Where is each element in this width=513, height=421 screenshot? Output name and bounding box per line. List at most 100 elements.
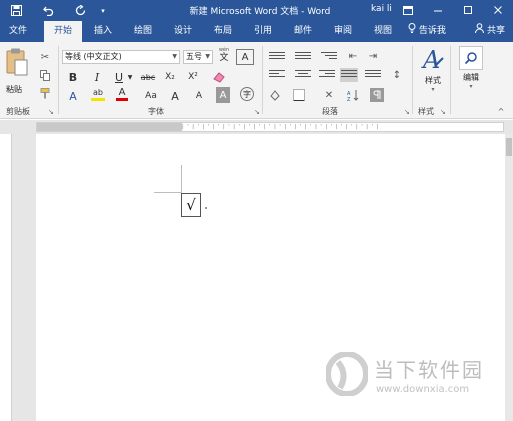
multilevel-list-icon[interactable] bbox=[320, 50, 338, 64]
eraser-icon[interactable] bbox=[212, 70, 226, 84]
crop-mark-horizontal bbox=[154, 192, 182, 193]
styles-launcher-icon[interactable]: ↘ bbox=[440, 108, 446, 116]
maximize-icon[interactable] bbox=[453, 0, 483, 21]
share-button[interactable]: 共享 bbox=[471, 23, 509, 40]
editing-label: 编辑 bbox=[463, 73, 479, 82]
chinese-layout-icon[interactable]: ✕ bbox=[322, 88, 336, 102]
user-name[interactable]: kai li bbox=[371, 4, 392, 14]
styles-button[interactable]: A 样式 ▾ bbox=[418, 46, 448, 100]
tab-insert[interactable]: 插入 bbox=[86, 21, 120, 42]
strikethrough-button[interactable]: abc bbox=[138, 69, 158, 85]
line-spacing-icon[interactable]: ↕ bbox=[390, 68, 404, 82]
collapse-ribbon-icon[interactable]: ^ bbox=[494, 104, 508, 118]
bullets-icon[interactable] bbox=[268, 50, 286, 64]
scrollbar-thumb[interactable] bbox=[506, 138, 512, 156]
tab-file[interactable]: 文件 bbox=[2, 21, 34, 42]
font-size-select[interactable]: 五号 ▼ bbox=[183, 50, 213, 64]
document-title: 新建 Microsoft Word 文档 - Word bbox=[189, 7, 331, 17]
undo-icon[interactable] bbox=[32, 0, 64, 21]
chevron-down-icon: ▾ bbox=[431, 86, 435, 93]
increase-indent-icon[interactable]: ⇥ bbox=[366, 49, 380, 63]
paragraph-launcher-icon[interactable]: ↘ bbox=[404, 108, 410, 116]
character-shading-button[interactable]: A bbox=[216, 87, 230, 103]
grow-font-button[interactable]: A bbox=[168, 88, 182, 104]
ruler-left-margin bbox=[37, 123, 182, 131]
editing-button[interactable]: 编辑 ▾ bbox=[456, 46, 486, 100]
tab-design[interactable]: 设计 bbox=[166, 21, 200, 42]
title-bar: ▾ 新建 Microsoft Word 文档 - Word kai li bbox=[0, 0, 513, 21]
lightbulb-icon bbox=[408, 23, 419, 36]
tab-home[interactable]: 开始 bbox=[44, 21, 82, 42]
ruler-ticks: | ' | ' | ' | ' | ' | ' | ' | ' | ' | ' … bbox=[182, 124, 380, 130]
clipboard-launcher-icon[interactable]: ↘ bbox=[48, 108, 54, 116]
styles-group-label: 样式 bbox=[418, 107, 434, 116]
window-controls bbox=[393, 0, 513, 21]
styles-label: 样式 bbox=[425, 76, 441, 85]
distributed-icon[interactable] bbox=[364, 68, 382, 82]
tab-references[interactable]: 引用 bbox=[246, 21, 280, 42]
horizontal-ruler-area: | ' | ' | ' | ' | ' | ' | ' | ' | ' | ' … bbox=[0, 120, 513, 134]
tell-me-label: 告诉我 bbox=[418, 26, 446, 36]
vertical-scrollbar[interactable] bbox=[505, 134, 513, 421]
font-color-glyph: A bbox=[118, 87, 126, 98]
italic-button[interactable]: I bbox=[88, 69, 106, 85]
decrease-indent-icon[interactable]: ⇤ bbox=[346, 49, 360, 63]
align-right-icon[interactable] bbox=[318, 68, 336, 82]
subscript-button[interactable]: X₂ bbox=[161, 69, 179, 85]
superscript-button[interactable]: X² bbox=[184, 69, 202, 85]
clear-format-box-button[interactable]: A bbox=[236, 49, 254, 65]
phonetic-char: 文 bbox=[219, 53, 229, 63]
paste-button[interactable]: 粘贴 bbox=[6, 84, 22, 95]
styles-icon: A bbox=[421, 46, 444, 74]
vertical-ruler[interactable] bbox=[0, 134, 12, 421]
font-color-button[interactable]: A bbox=[114, 86, 130, 102]
tab-draw[interactable]: 绘图 bbox=[126, 21, 160, 42]
group-divider bbox=[450, 46, 451, 114]
show-marks-icon[interactable] bbox=[370, 88, 384, 102]
bold-button[interactable]: B bbox=[64, 69, 82, 85]
phonetic-guide-button[interactable]: wén 文 bbox=[216, 47, 232, 65]
svg-text:Z: Z bbox=[347, 97, 351, 101]
enclose-characters-button[interactable]: 字 bbox=[240, 87, 254, 101]
font-size-value: 五号 bbox=[186, 52, 202, 61]
tell-me-box[interactable]: 告诉我 bbox=[408, 21, 446, 42]
text-effects-button[interactable]: A bbox=[64, 88, 82, 104]
paste-icon[interactable] bbox=[6, 48, 28, 76]
font-launcher-icon[interactable]: ↘ bbox=[254, 108, 260, 116]
redo-icon[interactable] bbox=[64, 0, 96, 21]
chevron-down-icon[interactable]: ▼ bbox=[126, 69, 134, 85]
cut-icon[interactable]: ✂ bbox=[38, 50, 52, 64]
shading-icon[interactable] bbox=[268, 88, 282, 102]
font-name-select[interactable]: 等线 (中文正文) ▼ bbox=[62, 50, 180, 64]
share-label: 共享 bbox=[486, 26, 505, 36]
font-name-value: 等线 (中文正文) bbox=[65, 52, 122, 61]
ribbon-display-icon[interactable] bbox=[393, 0, 423, 21]
align-left-icon[interactable] bbox=[268, 68, 286, 82]
justify-icon[interactable] bbox=[340, 68, 358, 82]
chevron-down-icon[interactable]: ▾ bbox=[96, 0, 110, 21]
checkmark-char-box[interactable]: √ bbox=[181, 193, 201, 217]
copy-icon[interactable] bbox=[38, 68, 52, 82]
change-case-button[interactable]: Aa bbox=[142, 88, 160, 104]
sort-icon[interactable]: AZ bbox=[346, 88, 360, 102]
font-color-bar bbox=[116, 98, 128, 101]
underline-button[interactable]: U bbox=[112, 69, 126, 85]
borders-icon[interactable] bbox=[292, 88, 306, 102]
tab-mailings[interactable]: 邮件 bbox=[286, 21, 320, 42]
group-divider bbox=[262, 46, 263, 114]
align-center-icon[interactable] bbox=[294, 68, 312, 82]
close-icon[interactable] bbox=[483, 0, 513, 21]
tab-review[interactable]: 审阅 bbox=[326, 21, 360, 42]
highlight-button[interactable]: ab bbox=[88, 86, 108, 102]
tab-view[interactable]: 视图 bbox=[366, 21, 400, 42]
numbering-icon[interactable] bbox=[294, 50, 312, 64]
minimize-icon[interactable] bbox=[423, 0, 453, 21]
crop-mark-vertical bbox=[181, 165, 182, 193]
shrink-font-button[interactable]: A bbox=[192, 88, 206, 104]
format-painter-icon[interactable] bbox=[38, 86, 52, 100]
tab-layout[interactable]: 布局 bbox=[206, 21, 240, 42]
watermark-logo bbox=[325, 351, 369, 397]
clipboard-group-label: 剪贴板 bbox=[6, 107, 30, 116]
save-icon[interactable] bbox=[0, 0, 32, 21]
horizontal-ruler[interactable]: | ' | ' | ' | ' | ' | ' | ' | ' | ' | ' … bbox=[36, 122, 504, 132]
